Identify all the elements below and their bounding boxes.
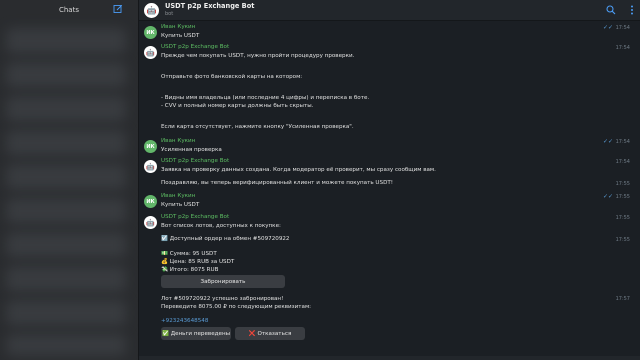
message-text: Купить USDT xyxy=(161,202,200,208)
blurred-chat-item[interactable] xyxy=(6,198,126,224)
message-text: Усиленная проверка xyxy=(161,147,222,153)
message-time: 17:55 xyxy=(615,215,630,221)
blurred-chat-item[interactable] xyxy=(6,164,126,190)
message-text: Итого: 8075 RUB xyxy=(169,267,219,273)
message-time: 17:54 xyxy=(615,139,630,145)
message-time: 17:57 xyxy=(615,296,630,302)
button-label: Деньги переведены xyxy=(170,330,231,337)
blurred-chat-item[interactable] xyxy=(6,300,126,326)
reserve-button[interactable]: Забронировать xyxy=(161,275,285,288)
button-label: Отказаться xyxy=(257,330,292,337)
price-line: 💰 Цена: 85 RUB за USDT xyxy=(161,259,234,265)
money-sent-button[interactable]: ✅ Деньги переведены xyxy=(161,327,231,340)
avatar[interactable]: ИК xyxy=(144,195,157,208)
money-icon: 💵 xyxy=(161,251,170,257)
message-text: Цена: 85 RUB за USDT xyxy=(169,259,235,265)
checkbox-icon: ☑️ xyxy=(161,236,170,242)
sender-name[interactable]: Иван Кукин xyxy=(161,193,195,199)
blurred-chat-item[interactable] xyxy=(6,130,126,156)
sidebar-title: Chats xyxy=(58,6,79,14)
check-mark-icon: ✅ xyxy=(161,330,171,337)
sender-name[interactable]: USDT p2p Exchange Bot xyxy=(161,44,229,50)
wallet-icon: 💸 xyxy=(161,267,170,273)
chat-header: 🤖 USDT p2p Exchange Bot bot xyxy=(139,0,640,21)
avatar[interactable]: ИК xyxy=(144,140,157,153)
message-text: Переведите 8075.00 ₽ по следующим реквиз… xyxy=(161,304,312,310)
message-text: Купить USDT xyxy=(161,33,200,39)
message-text: - CVV и полный номер карты должны быть с… xyxy=(161,103,314,109)
read-check-icon: ✓✓ xyxy=(602,24,613,31)
message-text: Если карта отсутствует, нажмите кнопку "… xyxy=(161,124,354,130)
message-text: Заявка на проверку данных создана. Когда… xyxy=(161,167,436,173)
sender-name[interactable]: Иван Кукин xyxy=(161,24,195,30)
blurred-chat-item[interactable] xyxy=(6,62,126,88)
blurred-chat-item[interactable] xyxy=(6,28,126,54)
message-text: Сумма: 95 USDT xyxy=(169,251,217,257)
sender-name[interactable]: Иван Кукин xyxy=(161,138,195,144)
refuse-button[interactable]: ❌ Отказаться xyxy=(235,327,305,340)
phone-link[interactable]: +923243648548 xyxy=(161,318,208,324)
message-time: 17:55 xyxy=(615,237,630,243)
message-text: - Видны имя владельца (или последние 4 ц… xyxy=(161,95,370,101)
chat-pane: 🤖 USDT p2p Exchange Bot bot ИК Иван Куки… xyxy=(139,0,640,360)
chat-list-sidebar: Chats xyxy=(0,0,139,360)
blurred-chat-item[interactable] xyxy=(6,232,126,258)
bot-avatar[interactable]: 🤖 xyxy=(144,2,159,18)
bot-avatar[interactable]: 🤖 xyxy=(144,216,157,229)
message-text: Прежде чем покупать USDT, нужно пройти п… xyxy=(161,53,355,59)
message-text: Лот #509720922 успешно забронирован! xyxy=(161,296,284,302)
bot-avatar[interactable]: 🤖 xyxy=(144,46,157,59)
message-input-bar[interactable] xyxy=(139,356,640,360)
message-time: 17:54 xyxy=(615,159,630,165)
compose-icon[interactable] xyxy=(113,4,123,14)
amount-line: 💵 Сумма: 95 USDT xyxy=(161,251,217,257)
read-check-icon: ✓✓ xyxy=(602,138,613,145)
search-icon[interactable] xyxy=(606,5,616,15)
moneybag-icon: 💰 xyxy=(161,259,170,265)
chat-title[interactable]: USDT p2p Exchange Bot xyxy=(165,2,254,10)
blurred-chat-item[interactable] xyxy=(6,334,126,356)
message-time: 17:54 xyxy=(615,45,630,51)
sender-name[interactable]: USDT p2p Exchange Bot xyxy=(161,158,229,164)
blurred-chat-item[interactable] xyxy=(6,266,126,292)
bot-avatar[interactable]: 🤖 xyxy=(144,160,157,173)
message-text: Поздравляю, вы теперь верифицированный к… xyxy=(161,180,394,186)
message-time: 17:55 xyxy=(615,194,630,200)
message-time: 17:55 xyxy=(615,181,630,187)
sidebar-header: Chats xyxy=(0,0,138,20)
read-check-icon: ✓✓ xyxy=(602,193,613,200)
total-line: 💸 Итого: 8075 RUB xyxy=(161,267,218,273)
message-text: Отправьте фото банковской карты на котор… xyxy=(161,74,303,80)
message-text: Доступный ордер на обмен #509720922 xyxy=(169,236,290,242)
sender-name[interactable]: USDT p2p Exchange Bot xyxy=(161,214,229,220)
more-icon[interactable] xyxy=(630,5,634,15)
cancel-icon: ❌ xyxy=(248,330,258,337)
avatar[interactable]: ИК xyxy=(144,26,157,39)
message-time: 17:54 xyxy=(615,25,630,31)
message-text: Вот список лотов, доступных к покупке: xyxy=(161,223,281,229)
blurred-chat-item[interactable] xyxy=(6,96,126,122)
chat-subtitle: bot xyxy=(165,11,174,17)
order-line: ☑️ Доступный ордер на обмен #509720922 xyxy=(161,236,290,242)
